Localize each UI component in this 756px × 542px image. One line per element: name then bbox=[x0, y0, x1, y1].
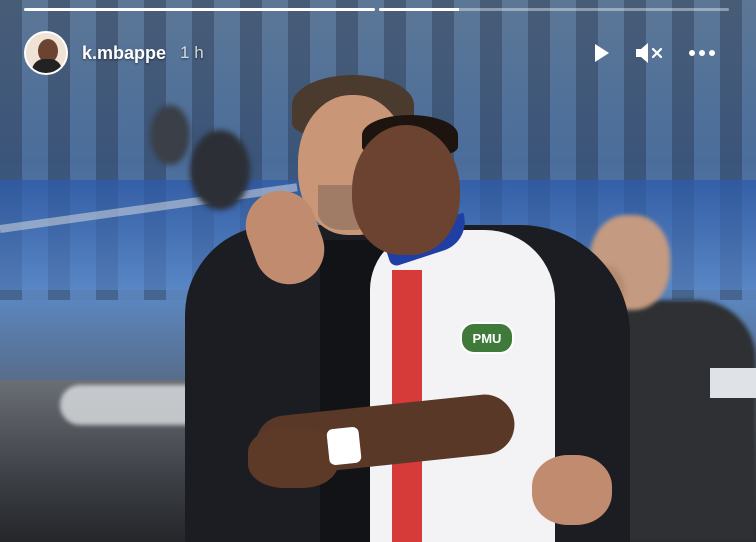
story-header: k.mbappe 1 h bbox=[24, 30, 204, 76]
story-progress bbox=[24, 8, 729, 11]
avatar-torso bbox=[32, 59, 62, 73]
player-face bbox=[352, 125, 460, 255]
more-options-icon bbox=[689, 50, 715, 56]
pitchside-sign bbox=[710, 368, 756, 398]
username[interactable]: k.mbappe bbox=[82, 43, 166, 64]
mute-icon bbox=[636, 43, 663, 63]
play-button[interactable] bbox=[586, 38, 616, 68]
timestamp: 1 h bbox=[180, 43, 204, 62]
sponsor-patch: PMU bbox=[460, 322, 514, 354]
avatar[interactable] bbox=[24, 31, 68, 75]
play-icon bbox=[595, 44, 609, 62]
coach-hand bbox=[532, 455, 612, 525]
progress-segment-2 bbox=[378, 8, 729, 11]
progress-segment-1 bbox=[24, 8, 375, 11]
wristband bbox=[326, 426, 362, 466]
background-spectator bbox=[190, 130, 250, 210]
player-fist bbox=[248, 428, 338, 488]
mute-button[interactable] bbox=[632, 38, 666, 68]
story-viewer[interactable]: PMU k.mbappe 1 h bbox=[0, 0, 756, 542]
more-options-button[interactable] bbox=[684, 38, 720, 68]
story-controls bbox=[580, 38, 730, 68]
background-spectator bbox=[150, 105, 190, 165]
progress-fill bbox=[378, 8, 460, 11]
progress-fill bbox=[24, 8, 375, 11]
